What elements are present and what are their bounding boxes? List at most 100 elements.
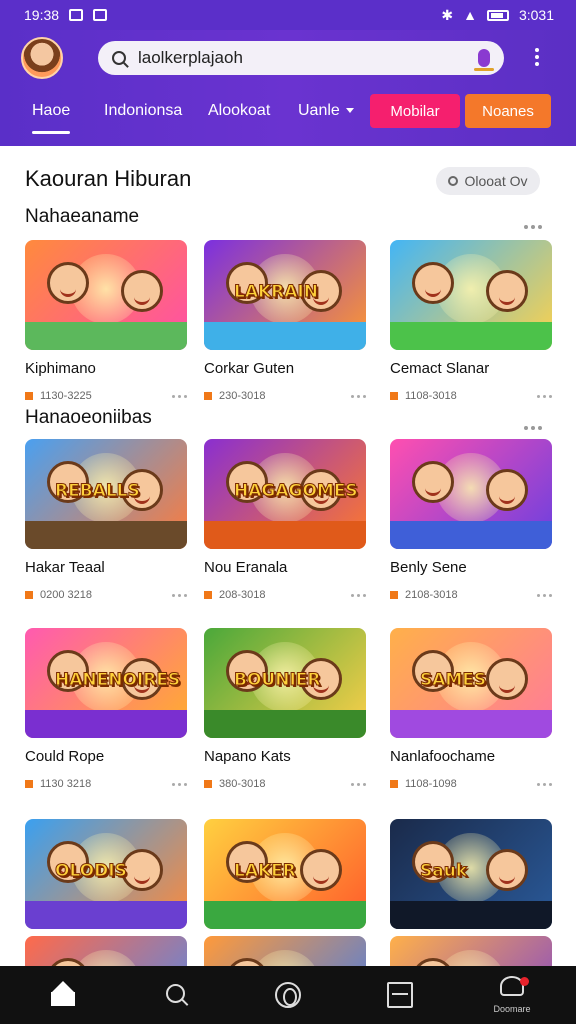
notification-icon [69, 9, 84, 21]
game-title: Benly Sene [390, 559, 467, 576]
game-thumbnail[interactable] [204, 936, 366, 966]
game-logo: Sauk [419, 861, 468, 882]
search-bar[interactable]: laolkerplajaoh [98, 41, 504, 75]
game-thumbnail[interactable]: HAGAGOMES [204, 439, 366, 549]
section-more-icon[interactable] [524, 216, 550, 229]
game-card[interactable]: LAKER [204, 819, 366, 929]
notification-badge [520, 977, 529, 986]
section-title: Nahaeaname [25, 206, 140, 227]
card-more-icon[interactable] [537, 394, 552, 398]
game-card[interactable]: HANENOIRES Could Rope 1130 3218 [25, 628, 187, 790]
home-icon[interactable] [50, 981, 76, 1008]
game-thumbnail[interactable] [25, 240, 187, 350]
game-thumbnail[interactable] [390, 240, 552, 350]
status-battery-text: 3:031 [518, 7, 554, 23]
game-card[interactable]: REBALLS Hakar Teaal 0200 3218 [25, 439, 187, 601]
game-meta-text: 1108-1098 [405, 778, 457, 790]
game-card[interactable]: LAKRAIN Corkar Guten 230-3018 [204, 240, 366, 402]
game-logo: OLODIS [55, 861, 128, 882]
game-card[interactable]: SAMES Nanlafoochame 1108-1098 [390, 628, 552, 790]
game-title: Nou Eranala [204, 559, 288, 576]
game-card[interactable] [204, 936, 366, 966]
category-marker-icon [390, 780, 398, 788]
card-more-icon[interactable] [537, 782, 552, 786]
game-card[interactable] [390, 936, 552, 966]
tab-alookoat[interactable]: Alookoat [208, 100, 270, 130]
game-meta-text: 380-3018 [219, 778, 266, 790]
category-marker-icon [204, 392, 212, 400]
game-card[interactable]: HAGAGOMES Nou Eranala 208-3018 [204, 439, 366, 601]
search-icon[interactable] [164, 982, 190, 1008]
battery-icon [486, 9, 509, 21]
mobile-button[interactable]: Mobilar [370, 94, 460, 128]
game-meta: 1108-1098 [390, 778, 552, 790]
status-bar: 19:38 ✱ ▲ 3:031 [0, 0, 576, 30]
game-card[interactable]: BOUNIER Napano Kats 380-3018 [204, 628, 366, 790]
game-meta: 0200 3218 [25, 589, 187, 601]
chevron-down-icon [345, 108, 354, 114]
category-marker-icon [390, 392, 398, 400]
card-more-icon[interactable] [537, 593, 552, 597]
bluetooth-icon: ✱ [441, 6, 454, 23]
game-thumbnail[interactable] [25, 936, 187, 966]
search-icon [448, 176, 459, 186]
game-card[interactable]: Benly Sene 2108-3018 [390, 439, 552, 601]
avatar[interactable] [21, 37, 63, 79]
section-more-icon[interactable] [524, 417, 550, 430]
game-logo: LAKER [234, 861, 297, 882]
game-thumbnail[interactable]: LAKER [204, 819, 366, 929]
library-icon[interactable] [387, 982, 413, 1008]
bottom-nav: Doomare [0, 966, 576, 1024]
game-thumbnail[interactable]: LAKRAIN [204, 240, 366, 350]
status-time: 19:38 [24, 7, 60, 23]
search-input[interactable]: laolkerplajaoh [138, 48, 478, 68]
game-meta-text: 1130-3225 [40, 390, 92, 402]
filter-chip[interactable]: Olooat Ov [436, 167, 540, 195]
game-logo: BOUNIER [233, 670, 321, 691]
card-more-icon[interactable] [351, 782, 366, 786]
mic-icon[interactable] [474, 49, 494, 71]
category-marker-icon [25, 780, 33, 788]
game-logo: SAMES [419, 670, 487, 691]
category-marker-icon [204, 780, 212, 788]
tab-home[interactable]: Haoe [32, 100, 71, 134]
game-title: Nanlafoochame [390, 748, 496, 765]
game-thumbnail[interactable] [390, 439, 552, 549]
game-meta-text: 1130 3218 [40, 778, 92, 790]
game-card[interactable]: Sauk [390, 819, 552, 929]
game-thumbnail[interactable]: HANENOIRES [25, 628, 187, 738]
game-logo: HAGAGOMES [234, 481, 359, 502]
game-meta-text: 2108-3018 [405, 589, 458, 601]
card-more-icon[interactable] [351, 593, 366, 597]
category-marker-icon [25, 591, 33, 599]
card-more-icon[interactable] [172, 593, 187, 597]
game-thumbnail[interactable]: REBALLS [25, 439, 187, 549]
game-card[interactable]: Cemact Slanar 1108-3018 [390, 240, 552, 402]
game-card[interactable]: Kiphimano 1130-3225 [25, 240, 187, 402]
game-meta: 1130 3218 [25, 778, 187, 790]
game-title: Could Rope [25, 748, 105, 765]
message-icon [93, 9, 108, 21]
game-meta: 380-3018 [204, 778, 366, 790]
tab-uanle-dropdown[interactable]: Uanle [298, 100, 354, 130]
games-button[interactable]: Noanes [465, 94, 551, 128]
game-thumbnail[interactable]: BOUNIER [204, 628, 366, 738]
game-logo: REBALLS [55, 481, 141, 502]
card-more-icon[interactable] [172, 394, 187, 398]
tab-indonesia[interactable]: Indonionsa [104, 100, 182, 130]
game-thumbnail[interactable] [390, 936, 552, 966]
game-thumbnail[interactable]: OLODIS [25, 819, 187, 929]
game-thumbnail[interactable]: Sauk [390, 819, 552, 929]
app-header: laolkerplajaoh Haoe Indonionsa Alookoat … [0, 30, 576, 146]
discover-icon[interactable] [275, 982, 301, 1008]
game-card[interactable]: OLODIS [25, 819, 187, 929]
game-card[interactable] [25, 936, 187, 966]
card-more-icon[interactable] [351, 394, 366, 398]
game-title: Cemact Slanar [390, 360, 490, 377]
game-title: Corkar Guten [204, 360, 295, 377]
more-options-icon[interactable] [532, 48, 542, 68]
card-more-icon[interactable] [172, 782, 187, 786]
game-thumbnail[interactable]: SAMES [390, 628, 552, 738]
game-meta-text: 208-3018 [219, 589, 266, 601]
game-meta: 208-3018 [204, 589, 366, 601]
